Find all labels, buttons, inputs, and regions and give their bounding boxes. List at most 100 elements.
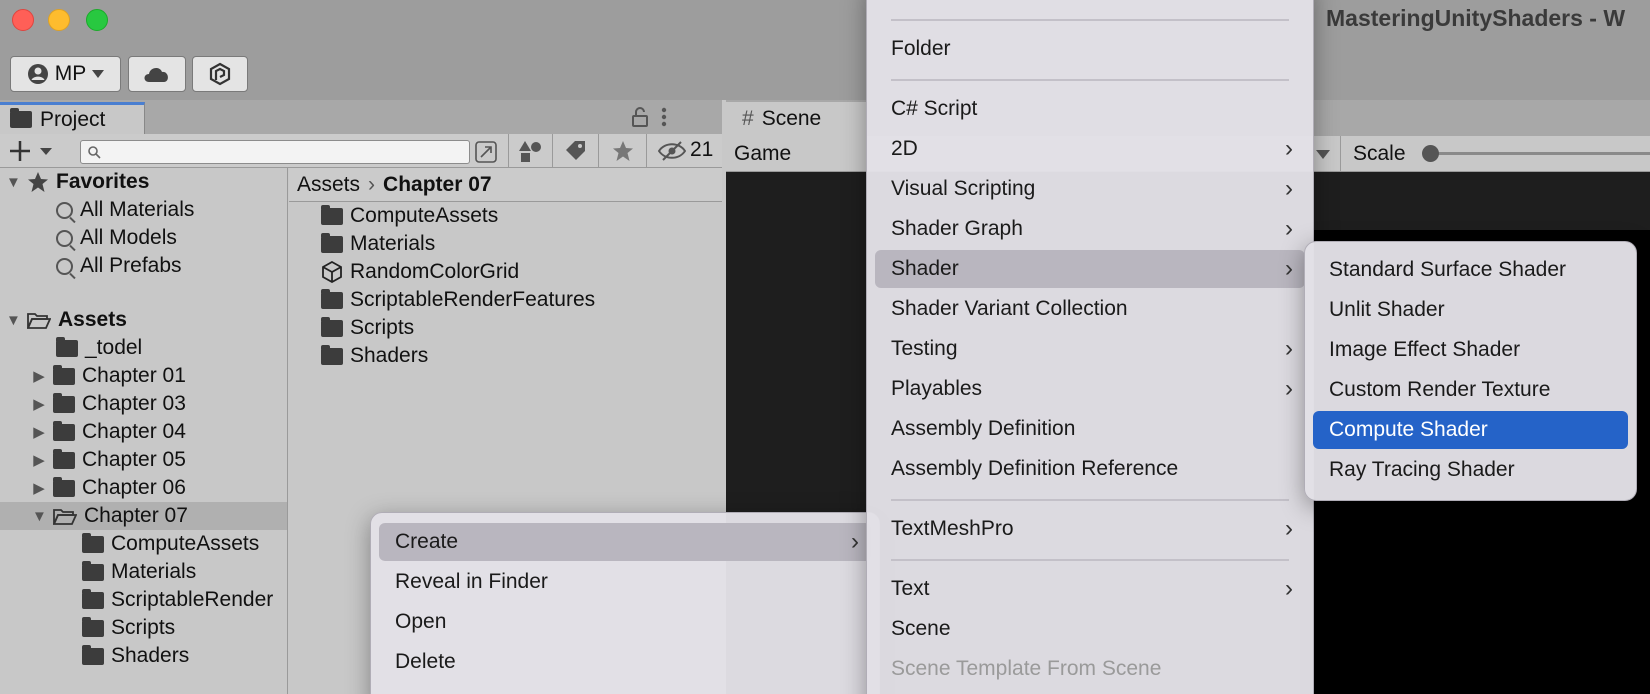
menu-item-shader-graph[interactable]: Shader Graph › [875,210,1305,248]
dropdown-arrow-icon[interactable] [1316,150,1330,159]
more-options-icon[interactable] [660,106,668,128]
menu-item-ray-tracing-shader[interactable]: Ray Tracing Shader [1313,451,1628,489]
menu-item-image-effect-shader[interactable]: Image Effect Shader [1313,331,1628,369]
menu-item-reveal-in-finder[interactable]: Reveal in Finder [379,563,871,601]
menu-item-visual-scripting[interactable]: Visual Scripting › [875,170,1305,208]
menu-item-create[interactable]: Create › [379,523,871,561]
collaborate-button[interactable] [192,56,248,92]
toolbar-separator [552,134,553,168]
tree-item-all-prefabs[interactable]: All Prefabs [56,252,182,280]
menu-item-unlit-shader[interactable]: Unlit Shader [1313,291,1628,329]
favorite-star-icon[interactable] [612,140,634,162]
tree-favorites[interactable]: ▼ Favorites [6,168,149,196]
expand-arrow-icon[interactable]: ▶ [32,451,46,469]
filter-by-type-icon[interactable] [518,139,544,163]
hidden-eye-icon[interactable] [658,141,686,161]
tree-folder-selected[interactable]: ▼ Chapter 07 [0,502,287,530]
cloud-button[interactable] [128,56,186,92]
menu-item-scene[interactable]: Scene [875,610,1305,648]
expand-arrow-icon[interactable]: ▶ [32,367,46,385]
tree-folder[interactable]: Shaders [82,642,189,670]
tree-item-label: All Materials [80,198,195,221]
project-search-row: 21 [0,134,722,168]
asset-item[interactable]: ComputeAssets [321,202,498,230]
asset-item-label: Shaders [350,344,429,367]
label-tag-icon[interactable] [564,140,588,162]
window-title: MasteringUnityShaders - W [1326,5,1626,31]
menu-item-open[interactable]: Open [379,603,871,641]
tree-item-label: Chapter 03 [82,392,186,415]
tree-item-all-materials[interactable]: All Materials [56,196,194,224]
asset-item[interactable]: RandomColorGrid [321,258,519,286]
expand-arrow-icon[interactable]: ▶ [32,479,46,497]
menu-item-shader-variant-collection[interactable]: Shader Variant Collection [875,290,1305,328]
tree-assets[interactable]: ▼ Assets [6,306,127,334]
tab-game[interactable]: Game [734,142,791,166]
menu-item-scene-template-from-scene[interactable]: Scene Template From Scene [875,650,1305,688]
tab-scene[interactable]: # Scene [726,102,866,136]
tree-folder[interactable]: Scripts [82,614,175,642]
menu-item-testing[interactable]: Testing › [875,330,1305,368]
favorites-label: Favorites [56,170,150,193]
cloud-icon [144,68,168,82]
menu-item-compute-shader[interactable]: Compute Shader [1313,411,1628,449]
create-dropdown-button[interactable] [10,140,56,162]
scale-label: Scale [1353,142,1406,165]
menu-item-shader[interactable]: Shader › [875,250,1305,288]
scale-slider-handle[interactable] [1422,145,1439,162]
folder-icon [321,316,343,337]
tree-folder[interactable]: ▶ Chapter 03 [32,390,186,418]
lock-icon[interactable] [630,106,650,128]
expand-arrow-icon[interactable]: ▼ [6,312,21,329]
menu-item-label: 2D [891,137,918,160]
tree-item-label: Scripts [111,616,176,639]
account-button[interactable]: MP [10,56,121,92]
scale-slider-track[interactable] [1426,152,1650,155]
menu-item-label: Reveal in Finder [395,570,548,593]
menu-item-text[interactable]: Text › [875,570,1305,608]
tab-project[interactable]: Project [0,102,145,134]
menu-item-textmeshpro[interactable]: TextMeshPro › [875,510,1305,548]
menu-item-assembly-definition[interactable]: Assembly Definition [875,410,1305,448]
tree-folder[interactable]: _todel [56,334,142,362]
expand-arrow-icon[interactable]: ▶ [32,423,46,441]
window-close-button[interactable] [12,9,34,31]
tree-item-label: Chapter 01 [82,364,186,387]
menu-item-label: Open [395,610,447,633]
menu-item-custom-render-texture[interactable]: Custom Render Texture [1313,371,1628,409]
breadcrumb-root[interactable]: Assets [297,173,360,197]
window-maximize-button[interactable] [86,9,108,31]
menu-item-standard-surface-shader[interactable]: Standard Surface Shader [1313,251,1628,289]
search-by-type-icon[interactable] [474,140,498,164]
expand-arrow-icon[interactable]: ▼ [6,174,21,191]
project-tab-bar: Project [0,100,722,134]
menu-item-assembly-definition-reference[interactable]: Assembly Definition Reference [875,450,1305,488]
tree-folder[interactable]: ScriptableRender [82,586,273,614]
asset-item[interactable]: Scripts [321,314,414,342]
tree-item-all-models[interactable]: All Models [56,224,177,252]
tree-folder[interactable]: ▶ Chapter 01 [32,362,186,390]
expand-arrow-icon[interactable]: ▶ [32,395,46,413]
tree-folder[interactable]: ComputeAssets [82,530,259,558]
menu-item-2d[interactable]: 2D › [875,130,1305,168]
menu-item-delete[interactable]: Delete [379,643,871,681]
tree-folder[interactable]: ▶ Chapter 04 [32,418,186,446]
tree-folder[interactable]: Materials [82,558,196,586]
asset-item[interactable]: Shaders [321,342,428,370]
menu-item-folder[interactable]: Folder [875,30,1305,68]
breadcrumb-current[interactable]: Chapter 07 [383,173,492,197]
asset-item[interactable]: Materials [321,230,435,258]
folder-icon [53,392,75,413]
menu-item-csharp-script[interactable]: C# Script [875,90,1305,128]
toolbar-separator [508,134,509,168]
tree-folder[interactable]: ▶ Chapter 06 [32,474,186,502]
menu-item-playables[interactable]: Playables › [875,370,1305,408]
asset-item[interactable]: ScriptableRenderFeatures [321,286,595,314]
folder-icon [10,108,32,128]
tree-folder[interactable]: ▶ Chapter 05 [32,446,186,474]
search-input[interactable] [80,140,470,164]
menu-item-label: Custom Render Texture [1329,378,1551,401]
expand-arrow-icon[interactable]: ▼ [32,508,47,525]
window-minimize-button[interactable] [48,9,70,31]
asset-item-label: Scripts [350,316,415,339]
